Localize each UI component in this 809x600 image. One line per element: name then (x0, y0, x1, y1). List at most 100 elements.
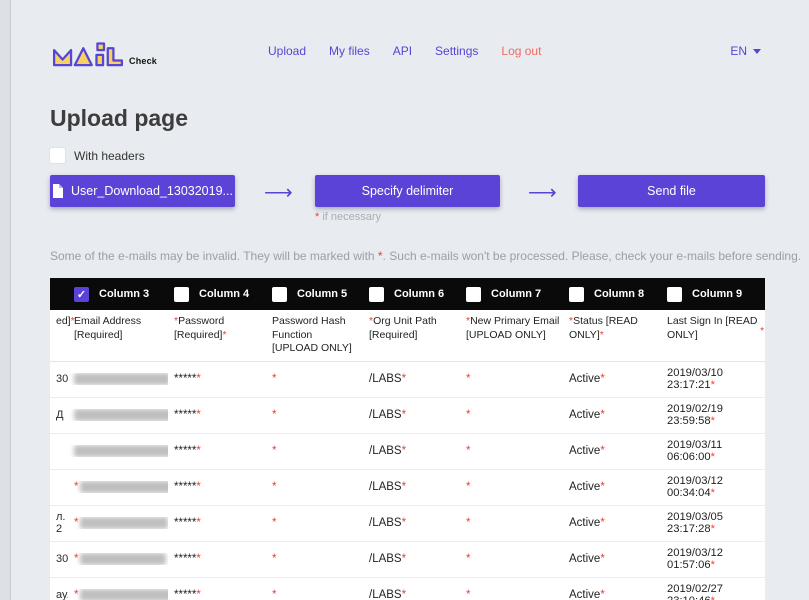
org-unit-value: /LABS (369, 445, 402, 458)
org-unit-cell: /LABS* (363, 589, 460, 600)
table-header-label: New Primary Email [UPLOAD ONLY] (466, 315, 560, 341)
table-header-cell-3: Password Hash Function [UPLOAD ONLY] (266, 310, 363, 361)
new-primary-email-cell: * (460, 445, 563, 457)
email-cell: * (68, 481, 168, 494)
language-label: EN (730, 44, 747, 58)
required-asterisk: * (710, 559, 715, 572)
nav-item-api[interactable]: API (393, 44, 412, 58)
password-cell: ****** (168, 517, 266, 529)
required-asterisk: * (272, 373, 277, 386)
required-asterisk: * (196, 445, 201, 458)
column-toggle-3[interactable]: ✓ Column 3 (68, 286, 168, 302)
org-unit-value: /LABS (369, 409, 402, 422)
clipped-column-fragment: аул. (56, 589, 68, 600)
with-headers-checkbox[interactable] (50, 148, 65, 163)
table-header-cell-4: *Org Unit Path [Required] (363, 310, 460, 361)
required-asterisk: * (74, 589, 79, 600)
column-toggle-8[interactable]: Column 8 (563, 286, 661, 302)
new-primary-email-cell: * (460, 553, 563, 565)
password-hash-cell: * (266, 445, 363, 457)
org-unit-cell: /LABS* (363, 481, 460, 493)
password-value: ***** (174, 553, 197, 566)
status-cell: Active* (563, 517, 661, 529)
column-checkbox[interactable]: ✓ (74, 286, 89, 302)
table-row: Д ****** */LABS* * Active* 2019/02/19 23:59:5… (50, 398, 765, 434)
email-cell: * (68, 517, 168, 530)
column-toggle-label: Column 5 (297, 288, 348, 300)
column-checkbox[interactable] (569, 286, 584, 302)
required-asterisk: * (272, 589, 277, 600)
last-sign-in-cell: 2019/03/10 23:17:21* (661, 367, 765, 391)
column-checkbox[interactable] (667, 286, 682, 302)
new-primary-email-cell: * (460, 589, 563, 600)
org-unit-value: /LABS (369, 481, 402, 494)
required-asterisk: * (272, 409, 277, 422)
status-value: Active (569, 553, 601, 566)
column-checkbox[interactable] (466, 286, 481, 302)
arrow-right-icon: ⟶ (528, 182, 557, 204)
with-headers-toggle[interactable]: With headers (50, 148, 145, 163)
table-header-cell-7: Last Sign In [READ ONLY] * (661, 310, 765, 361)
password-hash-cell: * (266, 481, 363, 493)
column-toggle-7[interactable]: Column 7 (460, 286, 563, 302)
status-cell: Active* (563, 373, 661, 385)
required-asterisk: * (74, 553, 79, 566)
password-value: ***** (174, 481, 197, 494)
org-unit-value: /LABS (369, 553, 402, 566)
column-checkbox[interactable] (174, 286, 189, 302)
nav-item-my-files[interactable]: My files (329, 44, 370, 58)
status-value: Active (569, 589, 601, 600)
required-asterisk: * (272, 481, 277, 494)
table-row: 30 ****** */LABS* * Active* 2019/03/10 23:17:… (50, 362, 765, 398)
password-cell: ****** (168, 553, 266, 565)
column-toggle-label: Column 4 (199, 288, 250, 300)
last-sign-in-cell: 2019/03/12 00:34:04* (661, 475, 765, 499)
column-toggle-9[interactable]: Column 9 (661, 286, 765, 302)
required-asterisk: * (272, 445, 277, 458)
column-toggle-6[interactable]: Column 6 (363, 286, 460, 302)
password-cell: ****** (168, 445, 266, 457)
nav-item-upload[interactable]: Upload (268, 44, 306, 58)
status-cell: Active* (563, 589, 661, 600)
required-asterisk: * (466, 517, 471, 530)
email-cell: * (68, 589, 168, 600)
required-asterisk: * (401, 589, 407, 600)
language-selector[interactable]: EN (730, 44, 761, 58)
required-asterisk: * (222, 328, 227, 341)
required-asterisk: * (272, 517, 277, 530)
email-cell (68, 373, 168, 386)
required-asterisk: * (74, 481, 79, 494)
logo[interactable]: Check (50, 36, 157, 68)
required-asterisk: * (760, 326, 764, 337)
uploaded-file-label: User_Download_13032019... (71, 184, 233, 198)
required-asterisk: * (600, 553, 605, 566)
table-header-row: ed]* Email Address [Required] *Password [R… (50, 310, 765, 362)
password-value: ***** (174, 409, 197, 422)
nav-item-logout[interactable]: Log out (501, 44, 541, 58)
file-icon (53, 184, 64, 198)
required-asterisk: * (272, 553, 277, 566)
org-unit-cell: /LABS* (363, 373, 460, 385)
table-header-label: Org Unit Path [Required] (369, 315, 437, 341)
password-cell: ****** (168, 409, 266, 421)
send-file-button[interactable]: Send file (578, 175, 765, 207)
last-sign-in-cell: 2019/03/12 01:57:06* (661, 547, 765, 571)
table-header-label: Email Address [Required] (74, 315, 142, 341)
new-primary-email-cell: * (460, 373, 563, 385)
status-cell: Active* (563, 445, 661, 457)
send-file-label: Send file (647, 184, 696, 198)
window-left-edge (0, 0, 11, 600)
column-toggle-5[interactable]: Column 5 (266, 286, 363, 302)
column-toggle-4[interactable]: Column 4 (168, 286, 266, 302)
nav-item-settings[interactable]: Settings (435, 44, 478, 58)
column-checkbox[interactable] (369, 286, 384, 302)
column-checkbox[interactable] (272, 286, 287, 302)
required-asterisk: * (600, 517, 605, 530)
table-row: л. 2 * ****** */LABS* * Active* 2019/03/05 23:… (50, 506, 765, 542)
required-asterisk: * (466, 409, 471, 422)
upload-preview-table: ✓ Column 3 Column 4 Column 5 Column 6 Column … (50, 278, 765, 600)
specify-delimiter-button[interactable]: Specify delimiter (315, 175, 500, 207)
password-cell: ****** (168, 373, 266, 385)
uploaded-file-button[interactable]: User_Download_13032019... (50, 175, 235, 207)
invalid-emails-warning: Some of the e-mails may be invalid. They… (50, 249, 802, 263)
